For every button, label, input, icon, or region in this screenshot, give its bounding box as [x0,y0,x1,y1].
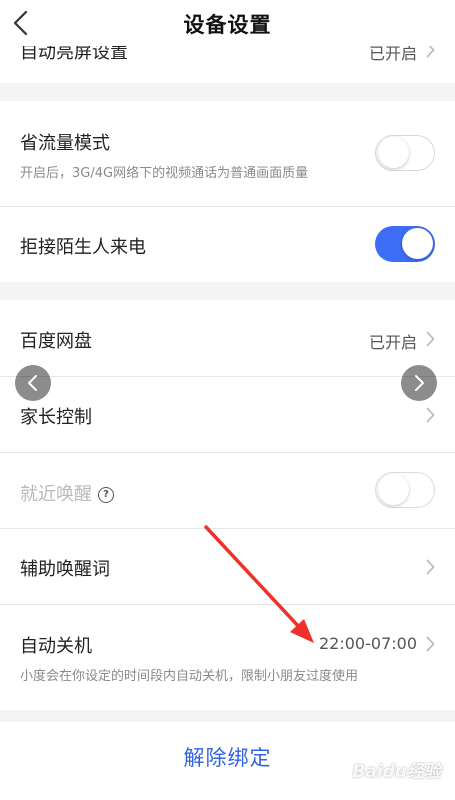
help-icon[interactable]: ? [98,487,114,503]
carousel-next-button[interactable] [401,365,437,401]
nearby-wake-toggle[interactable] [375,472,435,508]
reject-strangers-row: 拒接陌生人来电 [0,207,455,282]
toggle-knob [378,474,409,505]
chevron-right-icon [426,331,435,347]
aux-wake-word-row[interactable]: 辅助唤醒词 [0,529,455,604]
toggle-knob [402,228,433,259]
toggle-knob [378,137,409,168]
auto-shutdown-subtitle: 小度会在你设定的时间段内自动关机，限制小朋友过度使用 [20,669,359,684]
nav-bar: 设备设置 [0,0,455,46]
parental-control-label: 家长控制 [20,407,92,428]
auto-shutdown-row[interactable]: 自动关机 22:00-07:00 小度会在你设定的时间段内自动关机，限制小朋友过… [0,605,455,710]
carousel-prev-button[interactable] [15,365,51,401]
data-saver-toggle[interactable] [375,135,435,171]
nearby-wake-row: 就近唤醒? [0,453,455,528]
page-title: 设备设置 [183,13,272,37]
settings-group-top: 自动亮屏设置 已开启 [0,42,455,83]
auto-shutdown-label: 自动关机 [20,636,92,657]
bottom-action-bar: 解除绑定 Baidu经验 [0,722,455,800]
data-saver-row: 省流量模式 开启后，3G/4G网络下的视频通话为普通画面质量 [0,101,455,206]
reject-strangers-toggle[interactable] [375,226,435,262]
chevron-right-icon [415,375,424,391]
data-saver-subtitle: 开启后，3G/4G网络下的视频通话为普通画面质量 [20,166,309,181]
baidu-pan-row[interactable]: 百度网盘 已开启 [0,300,455,376]
chevron-right-icon [426,636,435,652]
nearby-wake-label: 就近唤醒? [20,480,114,506]
reject-strangers-label: 拒接陌生人来电 [20,237,146,258]
baidu-pan-value: 已开启 [368,333,417,352]
settings-group-device: 百度网盘 已开启 家长控制 就近唤醒? 辅助唤醒词 自动关机 22:00-07:… [0,300,455,710]
chevron-left-icon [28,375,37,391]
chevron-right-icon [426,407,435,423]
auto-shutdown-value: 22:00-07:00 [319,634,417,653]
settings-group-network: 省流量模式 开启后，3G/4G网络下的视频通话为普通画面质量 拒接陌生人来电 [0,101,455,282]
parental-control-row[interactable]: 家长控制 [0,377,455,452]
chevron-right-icon [426,559,435,575]
aux-wake-word-label: 辅助唤醒词 [20,559,110,580]
nearby-wake-text: 就近唤醒 [20,484,92,505]
baidu-pan-label: 百度网盘 [20,331,92,352]
watermark-text: Baidu经验 [352,762,441,782]
data-saver-label: 省流量模式 [20,133,110,154]
